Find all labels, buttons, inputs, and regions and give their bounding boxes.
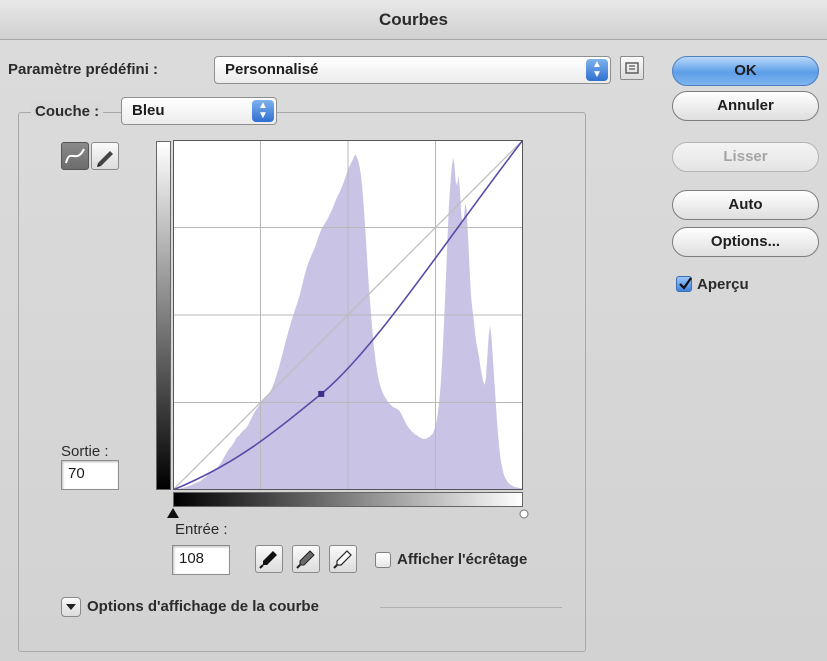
preset-options-icon[interactable] <box>620 56 644 80</box>
separator-line <box>380 607 562 608</box>
preview-checkbox[interactable] <box>676 276 692 292</box>
channel-label: Couche : <box>31 103 104 120</box>
preset-label: Paramètre prédéfini : <box>8 61 159 78</box>
white-eyedropper-icon <box>333 550 352 569</box>
preset-value: Personnalisé <box>225 61 319 78</box>
input-field[interactable]: 108 <box>172 545 230 575</box>
popup-arrows-icon: ▲ ▼ <box>586 59 608 81</box>
popup-arrows-icon: ▲ ▼ <box>252 100 274 122</box>
black-eyedropper-button[interactable] <box>255 545 283 573</box>
preset-popup[interactable]: Personnalisé ▲ ▼ <box>214 56 611 84</box>
output-gradient-bar <box>156 141 171 490</box>
checkmark-icon <box>679 277 692 290</box>
black-point-slider-icon[interactable] <box>166 507 180 519</box>
options-button[interactable]: Options... <box>672 227 819 257</box>
cancel-button[interactable]: Annuler <box>672 91 819 121</box>
curve-display-label: Options d'affichage de la courbe <box>87 598 319 615</box>
curves-graph[interactable] <box>173 140 523 490</box>
disclosure-triangle-icon <box>66 604 76 610</box>
clipping-checkbox[interactable] <box>375 552 391 568</box>
curves-dialog: Courbes Paramètre prédéfini : Personnali… <box>0 0 827 661</box>
dialog-title: Courbes <box>0 0 827 40</box>
output-field[interactable]: 70 <box>61 460 119 490</box>
gray-eyedropper-button[interactable] <box>292 545 320 573</box>
curve-point-tool-button[interactable] <box>61 142 89 170</box>
input-label: Entrée : <box>175 521 228 538</box>
output-label: Sortie : <box>61 443 109 460</box>
curve-control-point[interactable] <box>318 390 325 397</box>
curve-point-icon <box>65 148 85 164</box>
gray-eyedropper-icon <box>296 550 315 569</box>
channel-value: Bleu <box>132 102 165 119</box>
curve-display-disclosure[interactable] <box>61 597 81 617</box>
auto-button[interactable]: Auto <box>672 190 819 220</box>
pencil-tool-button[interactable] <box>91 142 119 170</box>
channel-popup[interactable]: Bleu ▲ ▼ <box>121 97 277 125</box>
ok-button[interactable]: OK <box>672 56 819 86</box>
preview-label: Aperçu <box>697 276 749 293</box>
input-gradient-bar <box>173 492 523 507</box>
pencil-icon <box>97 151 113 167</box>
white-eyedropper-button[interactable] <box>329 545 357 573</box>
smooth-button[interactable]: Lisser <box>672 142 819 172</box>
black-eyedropper-icon <box>259 551 277 569</box>
white-point-slider-icon[interactable] <box>518 508 530 520</box>
clipping-label: Afficher l'écrêtage <box>397 551 528 568</box>
